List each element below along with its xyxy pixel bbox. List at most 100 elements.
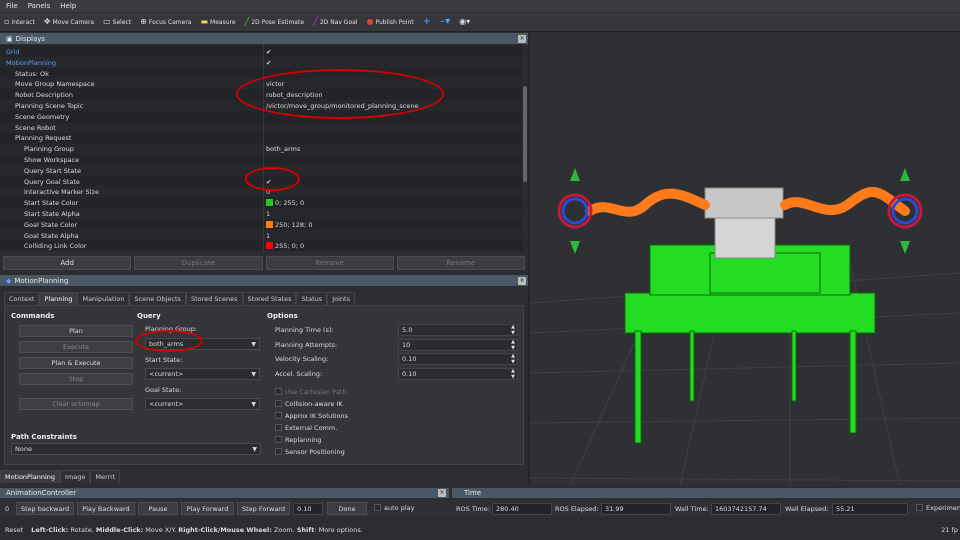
tree-row-label: Planning Request <box>15 134 72 143</box>
color-swatch <box>266 199 273 207</box>
play-forward-button[interactable]: Play Forward <box>181 502 234 515</box>
path-constraints-select[interactable]: None ▼ <box>11 443 261 455</box>
menu-panels[interactable]: Panels <box>28 2 51 10</box>
start-state-select[interactable]: <current> ▼ <box>145 368 260 380</box>
tree-row[interactable]: Planning Group both_arms <box>0 143 522 155</box>
execute-button[interactable]: Execute <box>19 341 133 353</box>
tool-focus-camera[interactable]: ⊕ Focus Camera <box>140 18 191 26</box>
tree-row[interactable]: Goal State Color 250; 128; 0 <box>0 219 522 230</box>
tree-scrollbar-thumb[interactable] <box>523 86 527 182</box>
collision-aware-ik-checkbox[interactable]: Collision-aware IK <box>275 400 343 408</box>
tool-publish-point[interactable]: ● Publish Point <box>366 18 413 26</box>
plan-button[interactable]: Plan <box>19 325 133 337</box>
auto-play-checkbox[interactable]: auto play <box>374 504 414 512</box>
tab-scene-objects[interactable]: Scene Objects <box>129 292 186 305</box>
pause-button[interactable]: Pause <box>138 502 178 515</box>
tab-context[interactable]: Context <box>4 292 40 305</box>
reset-button[interactable]: Reset <box>5 526 23 534</box>
step-forward-button[interactable]: Step Forward <box>237 502 290 515</box>
remove-tool-button[interactable]: –▾ <box>440 17 450 27</box>
view-options-button[interactable]: ◉▾ <box>459 18 470 26</box>
planning-attempts-spinbox[interactable]: 10 ▲ ▼ <box>398 339 518 351</box>
spin-arrows-icon[interactable]: ▲ ▼ <box>511 368 515 380</box>
close-panel-button[interactable]: × <box>438 489 446 497</box>
duplicate-display-button[interactable]: Duplicate <box>134 256 263 270</box>
plan-and-execute-button[interactable]: Plan & Execute <box>19 357 133 369</box>
close-panel-button[interactable]: × <box>518 35 526 43</box>
tree-row-label: Goal State Color <box>24 220 78 229</box>
tool-interact[interactable]: ▫ Interact <box>4 18 35 26</box>
remove-display-button[interactable]: Remove <box>265 256 394 270</box>
tree-row[interactable]: Start State Color 0; 255; 0 <box>0 197 522 208</box>
play-backward-button[interactable]: Play Backward <box>77 502 135 515</box>
add-display-button[interactable]: Add <box>3 256 132 270</box>
tab-joints[interactable]: Joints <box>327 292 355 305</box>
replanning-checkbox[interactable]: Replanning <box>275 436 321 444</box>
tree-row[interactable]: Grid ✔ <box>0 46 522 57</box>
external-comm-checkbox[interactable]: External Comm. <box>275 424 337 432</box>
spin-arrows-icon[interactable]: ▲ ▼ <box>511 353 515 365</box>
tool-2d-nav-goal[interactable]: ╱ 2D Nav Goal <box>313 18 357 26</box>
tab-status[interactable]: Status <box>296 292 328 305</box>
stop-button[interactable]: Stop <box>19 373 133 385</box>
animation-time-bar: 0 Step backward Play Backward Pause Play… <box>0 500 960 517</box>
approx-ik-checkbox[interactable]: Approx IK Solutions <box>275 412 348 420</box>
tab-motion-planning[interactable]: MotionPlanning <box>0 470 61 483</box>
tree-row[interactable]: Show Workspace <box>0 154 522 165</box>
tree-row-value: 250; 128; 0 <box>266 220 312 229</box>
tree-row-value: 1 <box>266 232 270 240</box>
tree-row-label: Start State Alpha <box>24 210 80 218</box>
spin-arrows-icon[interactable]: ▲ ▼ <box>511 339 515 351</box>
ros-time-value: 280.40 <box>492 503 552 515</box>
step-backward-button[interactable]: Step backward <box>16 502 74 515</box>
sensor-positioning-checkbox[interactable]: Sensor Positioning <box>275 448 345 456</box>
done-button[interactable]: Done <box>327 502 367 515</box>
tool-2d-pose-estimate[interactable]: ╱ 2D Pose Estimate <box>245 18 304 26</box>
tab-image[interactable]: Image <box>60 470 91 483</box>
spin-arrows-icon[interactable]: ▲ ▼ <box>511 324 515 336</box>
tab-stored-scenes[interactable]: Stored Scenes <box>185 292 243 305</box>
menu-file[interactable]: File <box>6 2 18 10</box>
tool-select[interactable]: ▭ Select <box>103 18 131 26</box>
velocity-scaling-spinbox[interactable]: 0.10 ▲ ▼ <box>398 353 518 365</box>
clear-octomap-button[interactable]: Clear octomap <box>19 398 133 410</box>
tree-row-label: Grid <box>6 48 20 56</box>
accel-scaling-spinbox[interactable]: 0.10 ▲ ▼ <box>398 368 518 380</box>
speed-spinbox[interactable]: 0.10 <box>293 503 323 515</box>
3d-viewport[interactable] <box>530 33 960 486</box>
tree-row[interactable]: Scene Geometry <box>0 111 522 122</box>
tab-stored-states[interactable]: Stored States <box>242 292 297 305</box>
tree-row[interactable]: MotionPlanning ✔ <box>0 56 522 68</box>
animation-controller-title: AnimationController <box>0 488 449 498</box>
close-panel-button[interactable]: × <box>518 277 526 285</box>
motion-planning-icon: ◆ <box>6 276 12 285</box>
tool-measure[interactable]: ▬ Measure <box>200 18 235 26</box>
tree-row-label: Status: Ok <box>15 69 49 78</box>
tab-planning[interactable]: Planning <box>39 292 78 305</box>
tree-row[interactable]: Planning Request <box>0 132 522 143</box>
tab-manipulation[interactable]: Manipulation <box>77 292 130 305</box>
tab-merrrt[interactable]: Merrrt <box>90 470 121 483</box>
ros-elapsed-label: ROS Elapsed: <box>555 505 599 513</box>
tree-row[interactable]: Start State Alpha 1 <box>0 208 522 219</box>
chevron-down-icon: ▼ <box>251 371 256 378</box>
motion-planning-tabs: Context Planning Manipulation Scene Obje… <box>4 292 524 305</box>
tree-row[interactable]: Colliding Link Color 255; 0; 0 <box>0 240 522 251</box>
tree-row[interactable]: Scene Robot <box>0 121 522 133</box>
focus-camera-icon: ⊕ <box>140 17 147 26</box>
use-cartesian-path-checkbox[interactable]: Use Cartesian Path <box>275 388 347 396</box>
wall-time-label: Wall Time: <box>675 505 709 513</box>
accel-scaling-label: Accel. Scaling: <box>275 370 323 378</box>
tool-move-camera[interactable]: ✥ Move Camera <box>44 18 94 26</box>
planning-time-spinbox[interactable]: 5.0 ▲ ▼ <box>398 324 518 336</box>
goal-state-select[interactable]: <current> ▼ <box>145 398 260 410</box>
add-tool-button[interactable]: + <box>423 17 431 27</box>
menu-help[interactable]: Help <box>60 2 76 10</box>
tree-row[interactable]: Goal State Alpha 1 <box>0 229 522 241</box>
plus-icon: + <box>422 16 432 27</box>
experimental-checkbox[interactable]: Experimental <box>916 504 960 512</box>
rename-display-button[interactable]: Rename <box>396 256 525 270</box>
color-swatch <box>266 220 273 228</box>
tree-row-label: Query Goal State <box>24 177 80 186</box>
robot-torso <box>704 187 784 259</box>
